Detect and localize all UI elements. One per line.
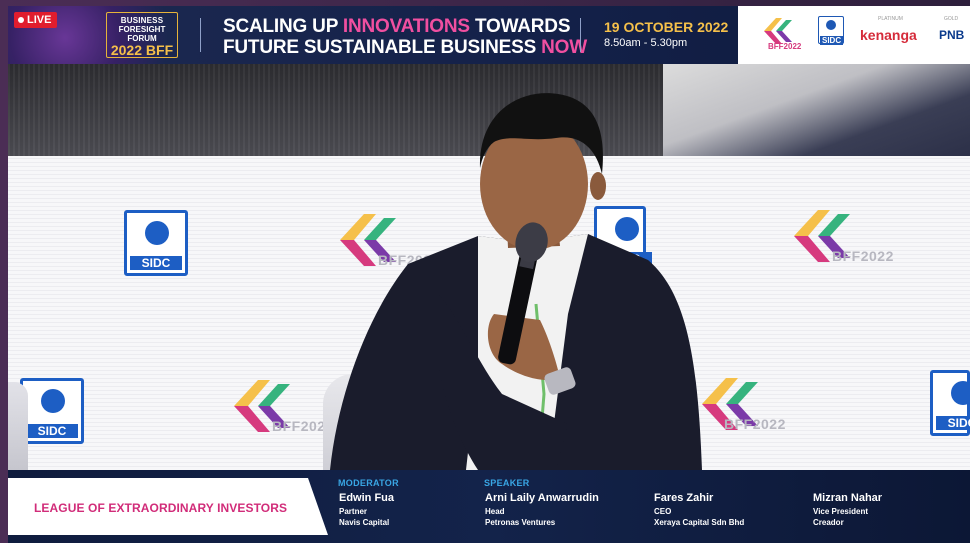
sponsor-bff-label: BFF2022	[768, 42, 802, 51]
headline-highlight1: INNOVATIONS	[342, 16, 470, 37]
moderator-label: MODERATOR	[338, 478, 399, 488]
session-title: LEAGUE OF EXTRAORDINARY INVESTORS	[34, 501, 288, 515]
event-date-block: 19 OCTOBER 2022 8.50am - 5.30pm	[604, 19, 728, 49]
panelist-company: Petronas Ventures	[485, 518, 556, 527]
forum-logo-year: 2022 BFF	[107, 43, 177, 57]
panelist: Mizran Nahar Vice President Creador	[813, 492, 882, 527]
headline-line2: FUTURE SUSTAINABLE BUSINESS NOW	[223, 37, 587, 58]
panelist-position: CEO	[654, 507, 672, 516]
headline-part3: FUTURE SUSTAINABLE BUSINESS	[223, 37, 542, 58]
session-title-panel: LEAGUE OF EXTRAORDINARY INVESTORS	[8, 478, 328, 535]
live-label: LIVE	[27, 14, 52, 26]
lower-third-banner: LEAGUE OF EXTRAORDINARY INVESTORS MODERA…	[8, 470, 970, 543]
panelist: Fares Zahir CEO Xeraya Capital Sdn Bhd	[654, 492, 744, 527]
panelist: Edwin Fua Partner Navis Capital	[339, 492, 394, 527]
forum-logo-line1: BUSINESS	[120, 16, 164, 25]
sponsor-kenanga-logo: kenanga	[860, 27, 917, 43]
live-badge: LIVE	[14, 12, 58, 28]
gold-tier-label: GOLD	[944, 16, 959, 22]
event-date: 19 OCTOBER 2022	[604, 19, 729, 35]
headline-line1: SCALING UP INNOVATIONS TOWARDS	[223, 16, 587, 37]
panelist-name: Fares Zahir	[654, 492, 714, 504]
headline-part2: TOWARDS	[469, 16, 571, 37]
speaker-person	[330, 93, 702, 470]
headline-part1: SCALING UP	[223, 16, 343, 37]
panelist-company: Creador	[813, 518, 844, 527]
forum-logo: BUSINESS FORESIGHT FORUM 2022 BFF	[106, 12, 178, 58]
header-divider	[580, 18, 581, 52]
speaker-label: SPEAKER	[484, 478, 530, 488]
live-dot-icon	[18, 17, 24, 23]
sponsor-panel: BFF2022 SIDC PLATINUM kenanga GOLD PNB	[738, 6, 970, 64]
sponsor-pnb-logo: PNB	[939, 28, 965, 42]
forum-logo-line2: FORESIGHT	[118, 25, 166, 34]
event-header-banner: LIVE BUSINESS FORESIGHT FORUM 2022 BFF S…	[8, 6, 970, 64]
forum-logo-abbr: BFF	[145, 42, 174, 58]
speaker-ear	[590, 172, 606, 200]
header-divider	[200, 18, 201, 52]
panelist-name: Mizran Nahar	[813, 492, 883, 504]
sponsor-sidc-label: SIDC	[820, 36, 844, 45]
panelist-position: Vice President	[813, 507, 868, 516]
panelist-company: Navis Capital	[339, 518, 390, 527]
panelist: Arni Laily Anwarrudin Head Petronas Vent…	[485, 492, 599, 527]
event-time: 8.50am - 5.30pm	[604, 37, 688, 49]
panelist-position: Head	[485, 507, 505, 516]
forum-logo-year-text: 2022	[110, 42, 143, 58]
video-feed: BFF2022 BFF2022 BFF2022 BFF2022	[8, 64, 970, 470]
platinum-tier-label: PLATINUM	[878, 16, 903, 22]
panelist-name: Arni Laily Anwarrudin	[485, 492, 599, 504]
panelist-company: Xeraya Capital Sdn Bhd	[654, 518, 745, 527]
event-headline: SCALING UP INNOVATIONS TOWARDS FUTURE SU…	[223, 16, 587, 58]
panelist-name: Edwin Fua	[339, 492, 394, 504]
panelist-position: Partner	[339, 507, 368, 516]
